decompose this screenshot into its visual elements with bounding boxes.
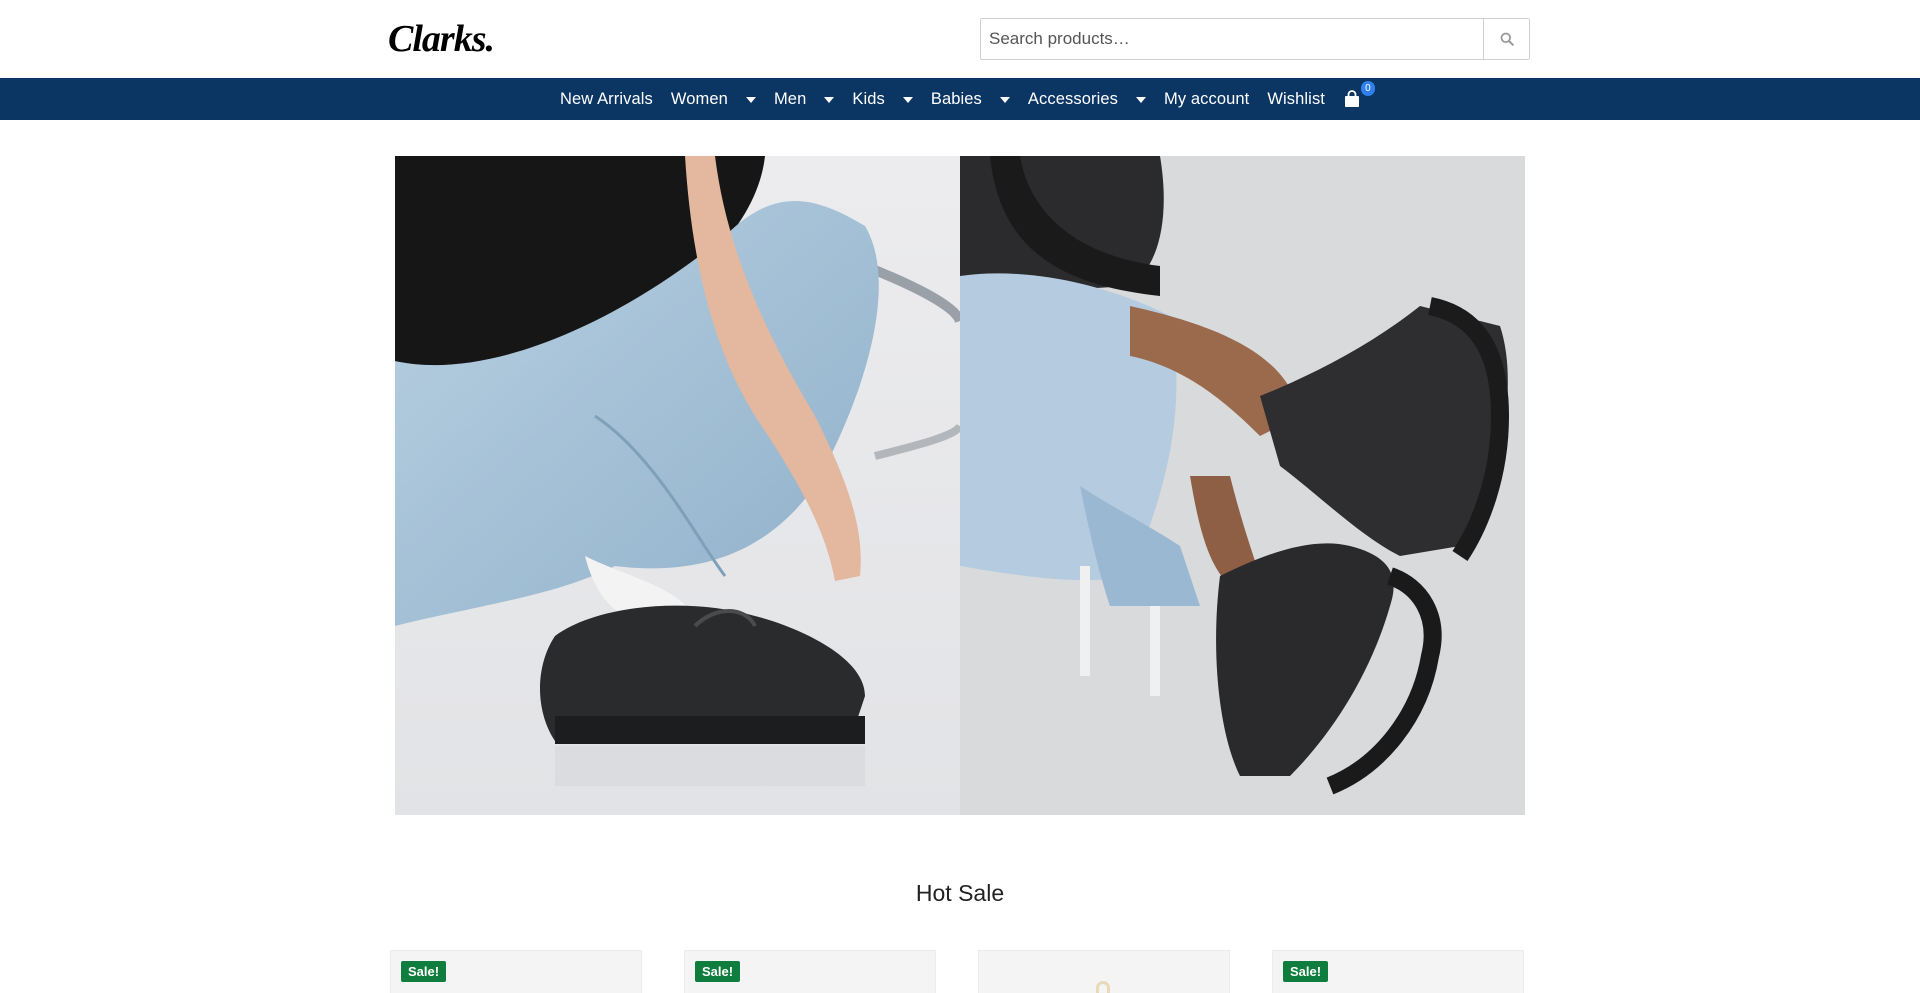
nav-item-label: Kids (852, 89, 885, 108)
nav-item-label: Wishlist (1267, 89, 1325, 108)
nav-item-kids[interactable]: Kids (843, 78, 922, 120)
search-input[interactable] (981, 19, 1483, 59)
sale-badge: Sale! (401, 961, 447, 982)
brand-logo[interactable]: Clarks. (388, 18, 514, 58)
nav-item-new-arrivals[interactable]: New Arrivals (551, 78, 662, 120)
hero-image-boots[interactable] (960, 156, 1525, 815)
caret-down-icon[interactable] (902, 97, 913, 103)
sale-badge: Sale! (1283, 961, 1329, 982)
nav-item-men[interactable]: Men (765, 78, 843, 120)
cart-count-badge: 0 (1360, 81, 1375, 96)
site-header: Clarks. (0, 0, 1920, 78)
search-form (980, 18, 1530, 60)
nav-item-women[interactable]: Women (662, 78, 765, 120)
hot-sale-title: Hot Sale (915, 880, 1005, 906)
cart-button[interactable]: 0 (1334, 78, 1375, 120)
nav-item-label: Women (670, 89, 728, 108)
caret-down-icon[interactable] (999, 97, 1010, 103)
nav-item-wishlist[interactable]: Wishlist (1258, 78, 1334, 120)
nav-item-label: Accessories (1027, 89, 1118, 108)
product-card[interactable]: Sale! (684, 950, 936, 993)
svg-text:Clarks.: Clarks. (388, 18, 494, 58)
shopping-bag-icon (1344, 90, 1359, 107)
caret-down-icon[interactable] (824, 97, 835, 103)
hero-banner[interactable] (395, 156, 1525, 815)
nav-item-label: New Arrivals (560, 89, 653, 108)
clarks-logo-icon: Clarks. (388, 18, 495, 58)
main-navigation: New Arrivals Women Men Kids Babies Acces… (0, 78, 1920, 120)
nav-item-label: My account (1163, 89, 1250, 108)
nav-item-label: Men (773, 89, 807, 108)
nav-item-babies[interactable]: Babies (922, 78, 1019, 120)
product-card[interactable] (978, 950, 1230, 993)
product-image (1096, 981, 1110, 993)
caret-down-icon[interactable] (745, 97, 756, 103)
hero-image-loafers[interactable] (395, 156, 960, 815)
product-card[interactable]: Sale! (1272, 950, 1524, 993)
boots-photo-icon (960, 156, 1525, 815)
search-button[interactable] (1483, 19, 1529, 59)
loafer-photo-icon (395, 156, 960, 815)
nav-item-accessories[interactable]: Accessories (1019, 78, 1155, 120)
nav-item-my-account[interactable]: My account (1155, 78, 1258, 120)
hot-sale-products: Sale! Sale! Sale! (390, 950, 1525, 993)
nav-item-label: Babies (930, 89, 982, 108)
search-icon (1500, 32, 1514, 46)
product-card[interactable]: Sale! (390, 950, 642, 993)
sale-badge: Sale! (695, 961, 741, 982)
caret-down-icon[interactable] (1135, 97, 1146, 103)
